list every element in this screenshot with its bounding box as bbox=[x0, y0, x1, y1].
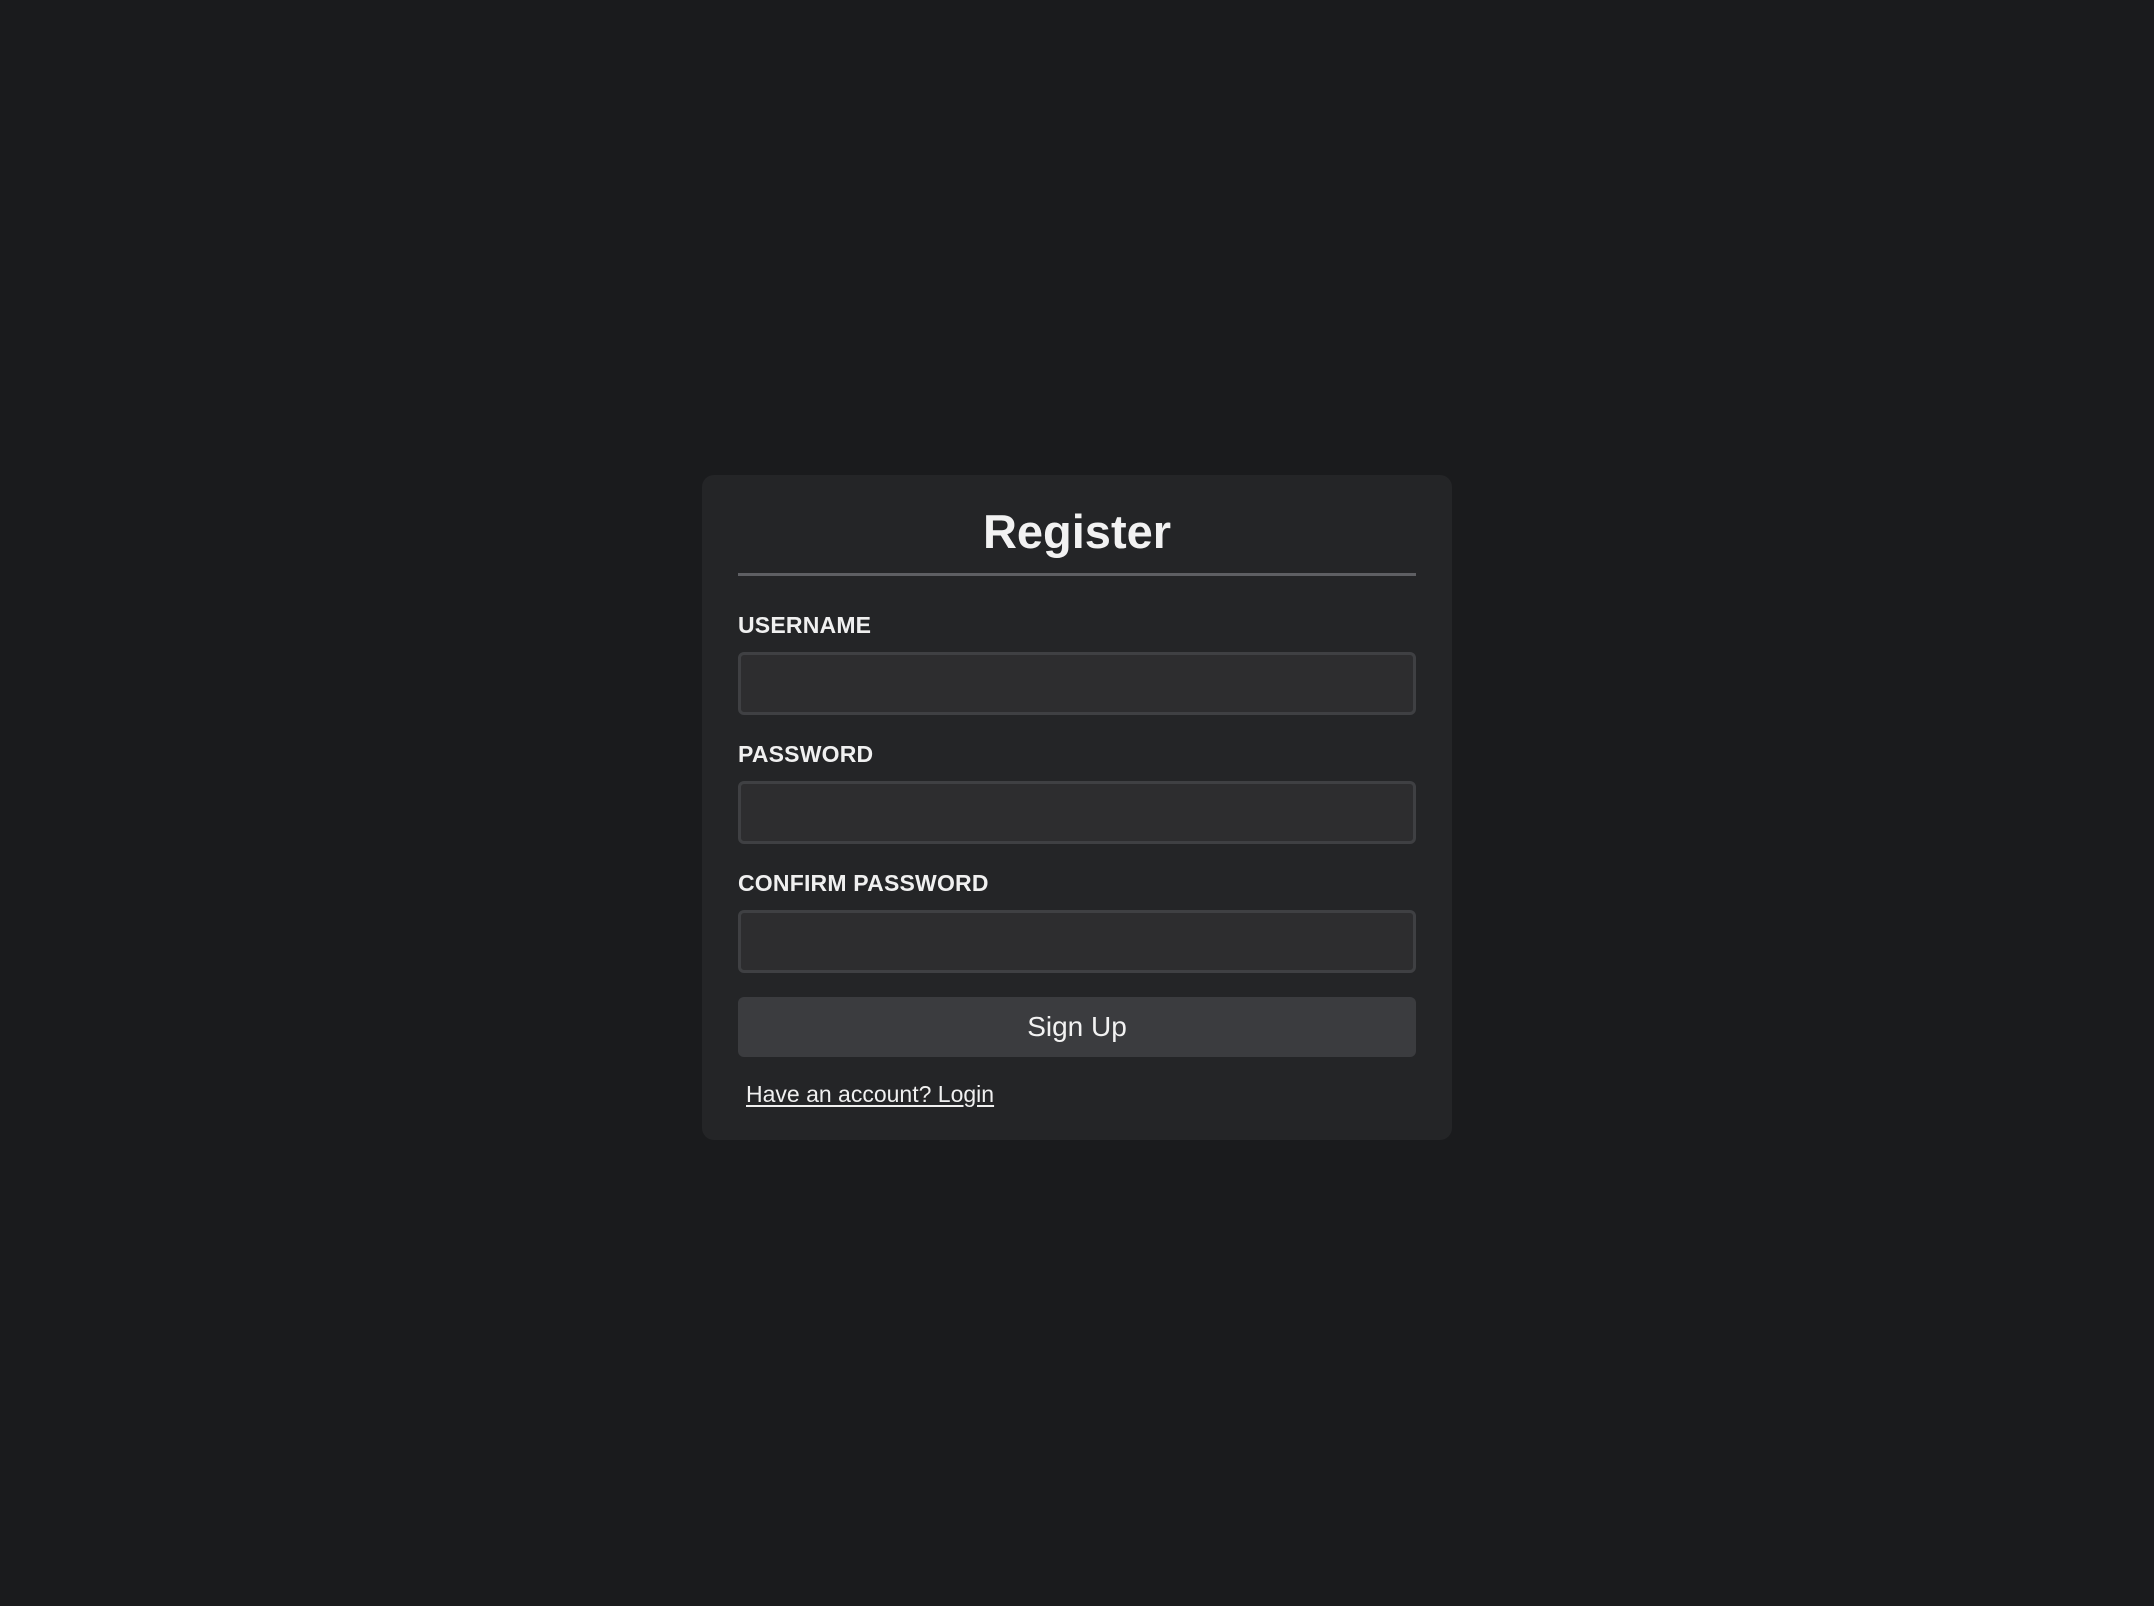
sign-up-button[interactable]: Sign Up bbox=[738, 997, 1416, 1057]
password-label: PASSWORD bbox=[738, 741, 874, 767]
page-title: Register bbox=[982, 505, 1172, 558]
page-background: Register USERNAME PASSWORD CONFIRM PASSW… bbox=[0, 0, 2154, 1606]
password-input[interactable] bbox=[738, 781, 1416, 844]
title-divider bbox=[738, 573, 1416, 576]
confirm-password-input[interactable] bbox=[738, 910, 1416, 973]
confirm-password-label: CONFIRM PASSWORD bbox=[738, 870, 989, 896]
username-label: USERNAME bbox=[738, 612, 872, 638]
username-input[interactable] bbox=[738, 652, 1416, 715]
register-card: Register USERNAME PASSWORD CONFIRM PASSW… bbox=[702, 475, 1452, 1140]
login-link[interactable]: Have an account? Login bbox=[746, 1081, 994, 1108]
